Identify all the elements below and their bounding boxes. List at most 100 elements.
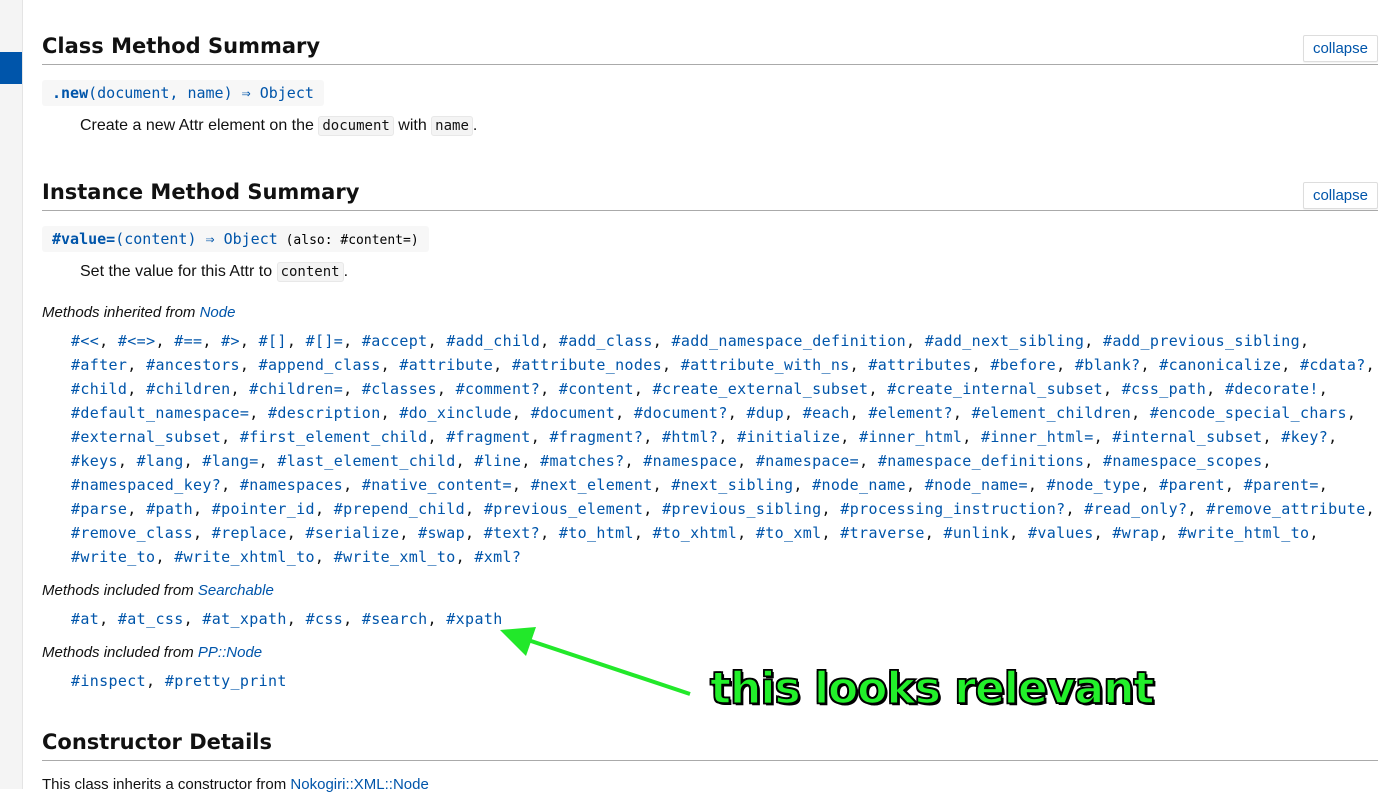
method-link[interactable]: #accept xyxy=(362,332,428,350)
method-link[interactable]: #path xyxy=(146,500,193,518)
method-link[interactable]: #external_subset xyxy=(71,428,221,446)
method-link[interactable]: #remove_class xyxy=(71,524,193,542)
method-link[interactable]: #canonicalize xyxy=(1159,356,1281,374)
sidebar-active-item[interactable] xyxy=(0,52,22,84)
method-link[interactable]: #namespace xyxy=(643,452,737,470)
method-link[interactable]: #to_html xyxy=(559,524,634,542)
method-link[interactable]: #next_sibling xyxy=(671,476,793,494)
method-link[interactable]: #create_external_subset xyxy=(653,380,869,398)
method-link[interactable]: #cdata? xyxy=(1300,356,1366,374)
method-link[interactable]: #at_css xyxy=(118,610,184,628)
collapse-class-methods-button[interactable]: collapse xyxy=(1302,35,1378,62)
method-link[interactable]: #add_previous_sibling xyxy=(1103,332,1300,350)
method-signature-value[interactable]: #value=(content) ⇒ Object (also: #conten… xyxy=(42,226,429,252)
method-link[interactable]: #html? xyxy=(662,428,718,446)
method-link[interactable]: #previous_element xyxy=(484,500,643,518)
method-link[interactable]: #namespaces xyxy=(240,476,343,494)
method-link[interactable]: #attribute xyxy=(399,356,493,374)
method-link[interactable]: #child xyxy=(71,380,127,398)
method-link[interactable]: #[] xyxy=(259,332,287,350)
method-link[interactable]: #> xyxy=(221,332,240,350)
method-link[interactable]: #children xyxy=(146,380,230,398)
method-link[interactable]: #at_xpath xyxy=(202,610,286,628)
method-link[interactable]: #replace xyxy=(212,524,287,542)
method-signature-new[interactable]: .new(document, name) ⇒ Object xyxy=(42,80,324,106)
method-link[interactable]: #write_html_to xyxy=(1178,524,1309,542)
method-link[interactable]: #<< xyxy=(71,332,99,350)
method-link[interactable]: #after xyxy=(71,356,127,374)
inherited-source-link-node[interactable]: Node xyxy=(200,304,236,321)
method-link[interactable]: #write_to xyxy=(71,548,155,566)
method-link[interactable]: #create_internal_subset xyxy=(887,380,1103,398)
method-link[interactable]: #lang= xyxy=(202,452,258,470)
method-link[interactable]: #write_xhtml_to xyxy=(174,548,315,566)
method-link[interactable]: #node_name= xyxy=(925,476,1028,494)
inherited-source-link-searchable[interactable]: Searchable xyxy=(198,582,274,599)
method-link[interactable]: #add_child xyxy=(446,332,540,350)
method-link[interactable]: #dup xyxy=(746,404,784,422)
method-link[interactable]: #default_namespace= xyxy=(71,404,249,422)
method-link[interactable]: #description xyxy=(268,404,381,422)
method-link[interactable]: #unlink xyxy=(944,524,1010,542)
method-link[interactable]: #previous_sibling xyxy=(662,500,821,518)
method-link[interactable]: #serialize xyxy=(306,524,400,542)
method-link[interactable]: #initialize xyxy=(737,428,840,446)
method-link[interactable]: #element? xyxy=(868,404,952,422)
constructor-source-link[interactable]: Nokogiri::XML::Node xyxy=(290,776,428,793)
method-link[interactable]: #parent xyxy=(1159,476,1225,494)
method-link[interactable]: #parent= xyxy=(1244,476,1319,494)
method-link[interactable]: #to_xml xyxy=(756,524,822,542)
method-link[interactable]: #node_type xyxy=(1047,476,1141,494)
method-link[interactable]: #classes xyxy=(362,380,437,398)
method-link[interactable]: #each xyxy=(803,404,850,422)
method-link[interactable]: #namespace_scopes xyxy=(1103,452,1262,470)
method-link[interactable]: #processing_instruction? xyxy=(840,500,1065,518)
method-link[interactable]: #content xyxy=(559,380,634,398)
method-link[interactable]: #inner_html= xyxy=(981,428,1094,446)
method-link[interactable]: #search xyxy=(362,610,428,628)
method-link[interactable]: #native_content= xyxy=(362,476,512,494)
method-link[interactable]: #comment? xyxy=(456,380,540,398)
method-link[interactable]: #namespaced_key? xyxy=(71,476,221,494)
method-link[interactable]: #inner_html xyxy=(859,428,962,446)
method-link[interactable]: #write_xml_to xyxy=(334,548,456,566)
method-link[interactable]: #read_only? xyxy=(1084,500,1187,518)
method-link[interactable]: #prepend_child xyxy=(334,500,465,518)
method-link[interactable]: #decorate! xyxy=(1225,380,1319,398)
method-link[interactable]: #append_class xyxy=(259,356,381,374)
method-link[interactable]: #fragment? xyxy=(549,428,643,446)
method-link[interactable]: #wrap xyxy=(1112,524,1159,542)
method-link[interactable]: #to_xhtml xyxy=(653,524,737,542)
method-link[interactable]: #lang xyxy=(137,452,184,470)
method-link[interactable]: #document xyxy=(531,404,615,422)
method-link[interactable]: #element_children xyxy=(972,404,1131,422)
method-link[interactable]: #children= xyxy=(249,380,343,398)
method-link[interactable]: #at xyxy=(71,610,99,628)
method-link[interactable]: #last_element_child xyxy=(277,452,455,470)
method-link[interactable]: #line xyxy=(474,452,521,470)
method-link[interactable]: #first_element_child xyxy=(240,428,428,446)
method-link[interactable]: #keys xyxy=(71,452,118,470)
method-link[interactable]: #pretty_print xyxy=(165,672,287,690)
method-link[interactable]: #namespace= xyxy=(756,452,859,470)
method-link[interactable]: #css xyxy=(306,610,344,628)
method-link[interactable]: #document? xyxy=(634,404,728,422)
method-link[interactable]: #add_namespace_definition xyxy=(671,332,906,350)
method-link[interactable]: #css_path xyxy=(1122,380,1206,398)
method-link[interactable]: #fragment xyxy=(446,428,530,446)
method-link[interactable]: #[]= xyxy=(306,332,344,350)
method-link[interactable]: #xpath xyxy=(446,610,502,628)
method-link[interactable]: #inspect xyxy=(71,672,146,690)
method-link[interactable]: #encode_special_chars xyxy=(1150,404,1347,422)
method-link[interactable]: #add_next_sibling xyxy=(925,332,1084,350)
method-link[interactable]: #traverse xyxy=(840,524,924,542)
method-link[interactable]: #blank? xyxy=(1075,356,1141,374)
method-link[interactable]: #before xyxy=(990,356,1056,374)
collapse-instance-methods-button[interactable]: collapse xyxy=(1302,182,1378,209)
method-link[interactable]: #key? xyxy=(1281,428,1328,446)
method-link[interactable]: #next_element xyxy=(531,476,653,494)
method-link[interactable]: #node_name xyxy=(812,476,906,494)
method-link[interactable]: #namespace_definitions xyxy=(878,452,1084,470)
method-link[interactable]: #parse xyxy=(71,500,127,518)
method-link[interactable]: #remove_attribute xyxy=(1206,500,1365,518)
